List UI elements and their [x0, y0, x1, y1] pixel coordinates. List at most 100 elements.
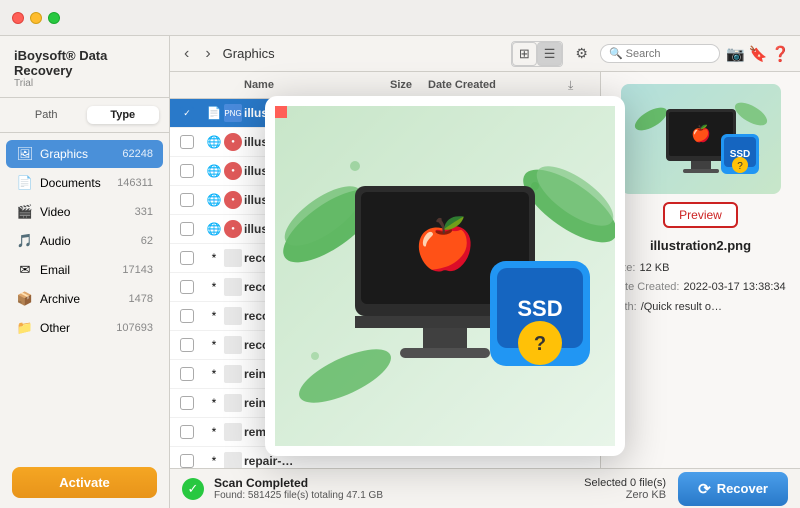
grid-view-button[interactable]: ⊞ [512, 42, 537, 66]
activate-button[interactable]: Activate [12, 467, 157, 498]
overlay-preview-svg: 🍎 SSD ? [275, 106, 615, 446]
sidebar-item-email[interactable]: ✉ Email 17143 [6, 256, 163, 284]
recover-label: Recover [717, 481, 768, 496]
file-type-icon: * [204, 451, 224, 468]
toolbar: ‹ › Graphics ⊞ ☰ ⚙ 🔍 📷 🔖 ❓ [170, 36, 800, 72]
file-thumbnail [224, 365, 242, 383]
sidebar-item-video[interactable]: 🎬 Video 331 [6, 198, 163, 226]
preview-date-row: Date Created: 2022-03-17 13:38:34 [611, 280, 790, 295]
sidebar-item-audio[interactable]: 🎵 Audio 62 [6, 227, 163, 255]
file-thumbnail [224, 452, 242, 468]
filter-button[interactable]: ⚙ [569, 42, 594, 65]
minimize-button[interactable] [30, 12, 42, 24]
recover-button[interactable]: ⟳ Recover [678, 472, 788, 506]
file-checkbox[interactable] [180, 367, 194, 381]
preview-panel: 🍎 SSD ? Preview illustration2.png [600, 72, 800, 468]
file-checkbox[interactable] [180, 222, 194, 236]
file-thumbnail [224, 423, 242, 441]
file-table-header: Name Size Date Created ⤓ [170, 72, 600, 99]
file-checkbox[interactable] [180, 280, 194, 294]
preview-meta: Size: 12 KB Date Created: 2022-03-17 13:… [611, 261, 790, 319]
video-label: Video [40, 205, 135, 219]
traffic-lights [12, 12, 60, 24]
file-checkbox[interactable] [180, 425, 194, 439]
file-checkbox[interactable] [180, 106, 194, 120]
file-type-icon: 🌐 [204, 219, 224, 239]
file-checkbox[interactable] [180, 396, 194, 410]
sidebar-item-other[interactable]: 📁 Other 107693 [6, 314, 163, 342]
sidebar-items: 🖼 Graphics 62248 📄 Documents 146311 🎬 Vi… [0, 133, 169, 457]
list-view-button[interactable]: ☰ [537, 42, 563, 66]
archive-count: 1478 [129, 293, 153, 305]
other-count: 107693 [116, 322, 153, 334]
svg-text:?: ? [534, 333, 546, 355]
toolbar-right: ⊞ ☰ ⚙ 🔍 📷 🔖 ❓ [511, 41, 790, 67]
file-thumbnail: ● [224, 133, 242, 151]
tab-path[interactable]: Path [10, 106, 83, 124]
file-checkbox[interactable] [180, 251, 194, 265]
sidebar-item-archive[interactable]: 📦 Archive 1478 [6, 285, 163, 313]
file-type-icon: 🌐 [204, 190, 224, 210]
preview-path-row: Path: /Quick result o… [611, 300, 790, 315]
status-bar: ✓ Scan Completed Found: 581425 file(s) t… [170, 468, 800, 508]
file-type-icon: * [204, 335, 224, 355]
help-icon-button[interactable]: ❓ [771, 45, 790, 63]
archive-icon: 📦 [16, 290, 34, 308]
other-label: Other [40, 321, 116, 335]
bookmark-icon-button[interactable]: 🔖 [749, 45, 768, 63]
preview-size-value: 12 KB [639, 261, 669, 276]
email-label: Email [40, 263, 122, 277]
file-checkbox[interactable] [180, 164, 194, 178]
tab-type[interactable]: Type [87, 106, 160, 124]
graphics-count: 62248 [122, 148, 153, 160]
video-icon: 🎬 [16, 203, 34, 221]
maximize-button[interactable] [48, 12, 60, 24]
header-name: Name [244, 79, 358, 91]
audio-icon: 🎵 [16, 232, 34, 250]
preview-path-value: /Quick result o… [641, 300, 722, 315]
app-trial: Trial [14, 78, 155, 89]
sidebar-tabs: Path Type [0, 98, 169, 133]
preview-overlay: 🍎 SSD ? [265, 96, 625, 456]
sidebar-item-graphics[interactable]: 🖼 Graphics 62248 [6, 140, 163, 168]
app-name: iBoysoft® Data Recovery [14, 48, 155, 78]
overlay-close-button[interactable] [275, 106, 287, 118]
documents-label: Documents [40, 176, 117, 190]
audio-count: 62 [141, 235, 153, 247]
selected-size: Zero KB [584, 489, 666, 501]
file-type-icon: 📄 [204, 103, 224, 123]
scan-title: Scan Completed [214, 476, 383, 490]
back-button[interactable]: ‹ [180, 43, 193, 65]
search-icon: 🔍 [609, 47, 623, 60]
file-thumbnail [224, 307, 242, 325]
toolbar-icons: 📷 🔖 ❓ [726, 45, 790, 63]
file-name: repair-… [244, 454, 293, 468]
file-checkbox[interactable] [180, 193, 194, 207]
preview-thumbnail: 🍎 SSD ? [621, 84, 781, 194]
svg-text:?: ? [737, 161, 743, 172]
preview-filename: illustration2.png [650, 238, 751, 253]
preview-button[interactable]: Preview [663, 202, 738, 228]
file-type-icon: 🌐 [204, 161, 224, 181]
file-type-icon: * [204, 393, 224, 413]
file-checkbox[interactable] [180, 338, 194, 352]
documents-count: 146311 [117, 177, 153, 189]
file-checkbox[interactable] [180, 135, 194, 149]
file-thumbnail: ● [224, 162, 242, 180]
sidebar-header: iBoysoft® Data Recovery Trial [0, 36, 169, 98]
file-checkbox[interactable] [180, 309, 194, 323]
forward-button[interactable]: › [201, 43, 214, 65]
search-input[interactable] [626, 48, 716, 60]
scan-detail: Found: 581425 file(s) totaling 47.1 GB [214, 490, 383, 501]
search-box: 🔍 [600, 44, 720, 63]
preview-image-svg: 🍎 SSD ? [631, 89, 771, 189]
sidebar-item-documents[interactable]: 📄 Documents 146311 [6, 169, 163, 197]
camera-icon-button[interactable]: 📷 [726, 45, 745, 63]
svg-text:🍎: 🍎 [414, 214, 476, 272]
file-type-icon: 🌐 [204, 132, 224, 152]
close-button[interactable] [12, 12, 24, 24]
title-bar [0, 0, 800, 36]
video-count: 331 [135, 206, 153, 218]
svg-text:SSD: SSD [517, 296, 562, 321]
file-checkbox[interactable] [180, 454, 194, 468]
